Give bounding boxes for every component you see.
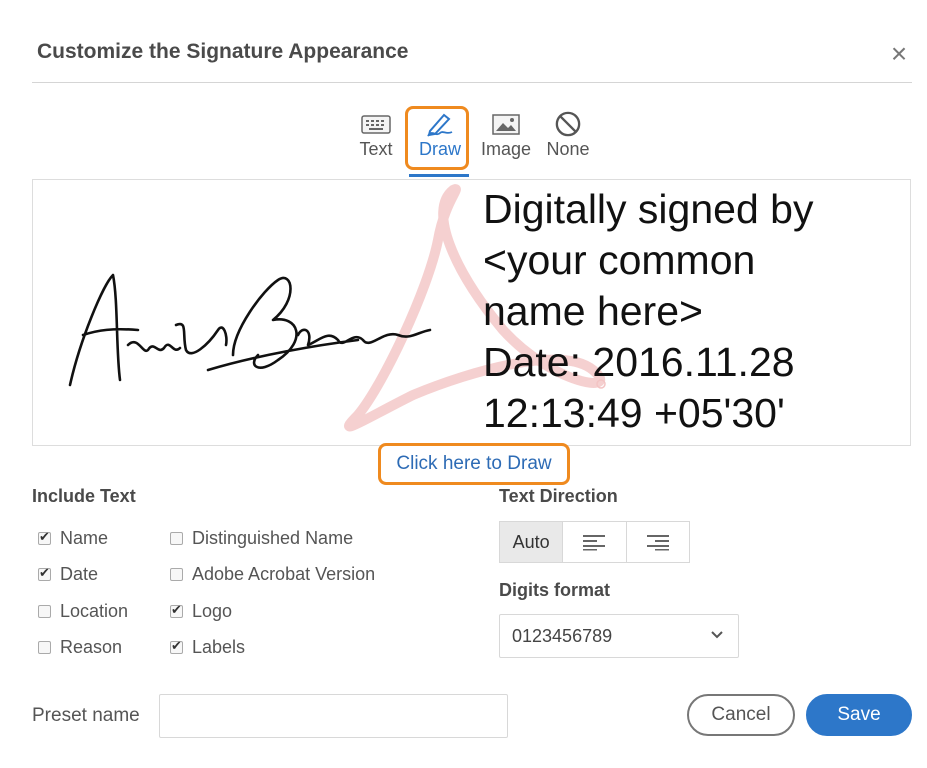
checkbox-box[interactable]: [38, 605, 51, 618]
chevron-down-icon: [711, 631, 723, 639]
title-divider: [32, 82, 912, 83]
tab-text-label: Text: [359, 139, 393, 159]
cancel-button[interactable]: Cancel: [687, 694, 795, 736]
checkbox-label: Date: [60, 564, 99, 584]
draw-tab-highlight: [405, 106, 469, 170]
checkbox-label: Distinguished Name: [192, 528, 354, 548]
checkbox-box[interactable]: [170, 602, 183, 618]
image-icon: [492, 114, 520, 135]
tab-text[interactable]: Text: [352, 105, 400, 171]
checkbox-box[interactable]: [38, 565, 51, 581]
save-button[interactable]: Save: [806, 694, 912, 736]
checkbox-name[interactable]: Name: [38, 528, 108, 549]
checkbox-label: Logo: [192, 601, 233, 621]
checkbox-label: Reason: [60, 637, 123, 657]
tab-image-label: Image: [480, 139, 532, 159]
click-here-to-draw-link[interactable]: Click here to Draw: [378, 443, 570, 485]
active-tab-indicator: [409, 174, 469, 177]
tab-none-label: None: [546, 139, 590, 159]
align-right-icon: [646, 535, 669, 551]
tab-none[interactable]: None: [542, 105, 594, 171]
checkbox-box[interactable]: [170, 638, 183, 654]
signature-type-tabs: Text Draw Image None: [352, 105, 602, 175]
close-icon[interactable]: ×: [885, 40, 913, 68]
checkbox-label: Labels: [192, 637, 246, 657]
signature-preview: Digitally signed by <your common name he…: [32, 179, 911, 446]
checkbox-distinguished-name[interactable]: Distinguished Name: [170, 528, 353, 549]
digits-format-heading: Digits format: [499, 580, 611, 600]
dialog-title: Customize the Signature Appearance: [37, 40, 409, 63]
text-direction-group: Auto: [499, 521, 690, 563]
direction-auto-button[interactable]: Auto: [500, 522, 564, 562]
digits-format-value: 0123456789: [512, 625, 613, 646]
tab-image[interactable]: Image: [478, 105, 534, 171]
checkbox-logo[interactable]: Logo: [170, 601, 232, 622]
include-text-heading: Include Text: [32, 486, 136, 506]
checkbox-box[interactable]: [170, 568, 183, 581]
signature-details-text: Digitally signed by <your common name he…: [483, 186, 814, 436]
signature-appearance-dialog: Customize the Signature Appearance × Tex…: [0, 0, 927, 768]
checkbox-box[interactable]: [38, 641, 51, 654]
checkbox-location[interactable]: Location: [38, 601, 128, 622]
handwritten-signature: [68, 273, 432, 387]
checkbox-label: Adobe Acrobat Version: [192, 564, 376, 584]
checkbox-labels[interactable]: Labels: [170, 637, 245, 658]
align-left-icon: [583, 535, 606, 551]
checkbox-box[interactable]: [170, 532, 183, 545]
direction-rtl-button[interactable]: [627, 522, 689, 562]
checkbox-acrobat-version[interactable]: Adobe Acrobat Version: [170, 564, 375, 585]
keyboard-icon: [361, 115, 391, 134]
checkbox-date[interactable]: Date: [38, 564, 98, 585]
checkbox-label: Name: [60, 528, 109, 548]
no-entry-icon: [555, 111, 581, 137]
digits-format-select[interactable]: 0123456789: [499, 614, 739, 658]
preset-name-input[interactable]: [159, 694, 508, 738]
checkbox-label: Location: [60, 601, 129, 621]
preset-name-label: Preset name: [32, 705, 140, 726]
text-direction-heading: Text Direction: [499, 486, 618, 506]
checkbox-box[interactable]: [38, 529, 51, 545]
checkbox-reason[interactable]: Reason: [38, 637, 122, 658]
direction-ltr-button[interactable]: [563, 522, 627, 562]
